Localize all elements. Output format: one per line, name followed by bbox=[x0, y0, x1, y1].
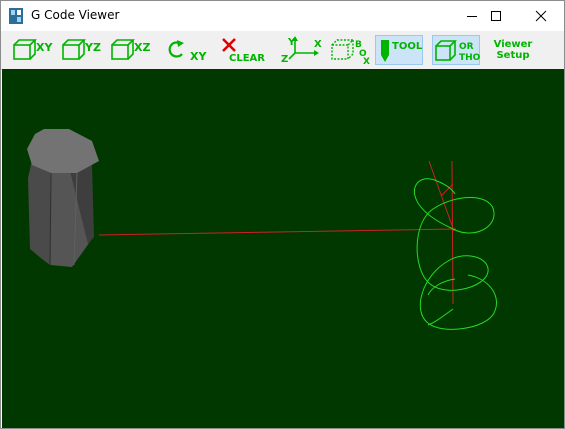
helical-toolpath bbox=[414, 178, 497, 330]
viewer-setup-line1: Viewer bbox=[494, 39, 533, 50]
ortho-label-bottom: THO bbox=[459, 53, 481, 63]
window-title: G Code Viewer bbox=[31, 8, 120, 22]
tool-icon: TOOL bbox=[381, 40, 423, 62]
ortho-button[interactable]: OR THO bbox=[432, 35, 481, 65]
ortho-cube-icon: OR THO bbox=[435, 40, 481, 63]
cube-xz-icon: XZ bbox=[111, 39, 150, 60]
axis-y-label: Y bbox=[287, 37, 296, 48]
axes-button[interactable]: Y X Z bbox=[279, 35, 325, 65]
ortho-label-top: OR bbox=[459, 42, 474, 52]
clear-label: CLEAR bbox=[229, 53, 265, 64]
close-button[interactable] bbox=[518, 1, 564, 31]
view-xy-label: XY bbox=[36, 41, 53, 54]
box-x-label: X bbox=[363, 57, 370, 67]
view-xz-button[interactable]: XZ bbox=[109, 35, 153, 65]
close-icon bbox=[535, 10, 547, 22]
clear-x-icon: CLEAR bbox=[222, 38, 265, 64]
tool-button[interactable]: TOOL bbox=[375, 35, 423, 65]
view-yz-button[interactable]: YZ bbox=[60, 35, 104, 65]
viewer-setup-line2: Setup bbox=[496, 50, 529, 61]
app-window: G Code Viewer XY YZ XZ XY CLEAR Y X Z B … bbox=[0, 0, 565, 429]
axis-x-label: X bbox=[314, 39, 322, 50]
bounding-box-button[interactable]: B O X bbox=[329, 35, 373, 67]
clear-button[interactable]: CLEAR bbox=[220, 35, 266, 65]
gcode-3d-viewport[interactable] bbox=[2, 69, 564, 428]
rotate-icon: XY bbox=[168, 40, 207, 63]
viewport-canvas bbox=[27, 129, 497, 330]
rapid-move-paths bbox=[98, 160, 457, 305]
cube-xy-icon: XY bbox=[13, 39, 53, 60]
axes-icon: Y X Z bbox=[281, 36, 322, 65]
bounding-box-icon: B O X bbox=[331, 39, 370, 67]
viewer-setup-button[interactable]: Viewer Setup bbox=[489, 35, 537, 65]
maximize-icon bbox=[491, 11, 501, 21]
tool-label: TOOL bbox=[392, 41, 423, 52]
maximize-button[interactable] bbox=[473, 1, 519, 31]
gcode-viewer-app-icon bbox=[9, 8, 23, 24]
axis-z-label: Z bbox=[281, 54, 288, 65]
rotate-xy-button[interactable]: XY bbox=[165, 35, 207, 65]
cutting-tool-model bbox=[27, 129, 99, 267]
title-bar: G Code Viewer bbox=[1, 1, 564, 31]
view-xz-label: XZ bbox=[134, 41, 150, 54]
toolbar: XY YZ XZ XY CLEAR Y X Z B O X TOOL OR TH… bbox=[1, 31, 564, 70]
viewer-setup-text: Viewer Setup bbox=[494, 39, 533, 61]
rotate-xy-label: XY bbox=[190, 50, 207, 63]
view-yz-label: YZ bbox=[84, 41, 101, 54]
view-xy-button[interactable]: XY bbox=[11, 35, 55, 65]
cube-yz-icon: YZ bbox=[62, 39, 101, 60]
